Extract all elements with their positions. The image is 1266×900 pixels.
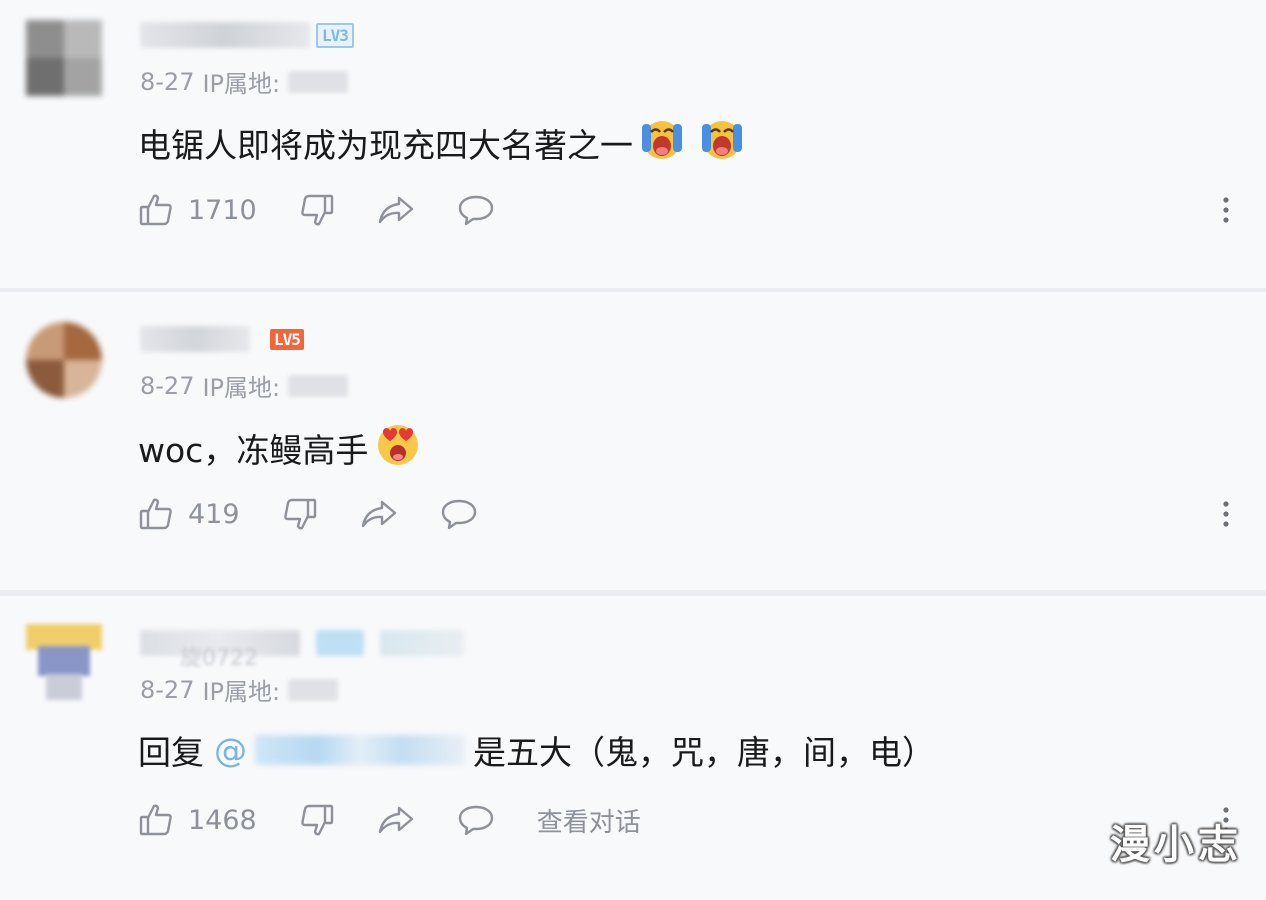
avatar[interactable] bbox=[26, 624, 102, 700]
comment-text: 是五大（鬼，咒，唐，间，电） bbox=[473, 733, 935, 772]
more-vertical-icon bbox=[1214, 192, 1238, 228]
comment-item: LV3 8-27 IP属地: 电锯人即将成为现充四大名著之一 1710 bbox=[0, 0, 1266, 288]
username-partial: 旋0722 bbox=[180, 646, 258, 671]
watermark: 漫小志 bbox=[1110, 822, 1242, 868]
username-row[interactable]: LV5 bbox=[140, 322, 304, 356]
username-blurred[interactable] bbox=[316, 630, 364, 656]
comment-item: 旋0722 8-27 IP属地: 回复 @ 是五大（鬼，咒，唐，间，电） 146… bbox=[0, 596, 1266, 900]
share-button[interactable] bbox=[377, 192, 415, 228]
like-count: 1710 bbox=[188, 194, 257, 226]
comment-text-row: 电锯人即将成为现充四大名著之一 bbox=[138, 116, 745, 170]
like-count: 419 bbox=[188, 498, 240, 530]
comment-icon bbox=[440, 496, 478, 532]
thumbs-up-icon bbox=[138, 192, 174, 228]
reply-button[interactable] bbox=[440, 496, 478, 532]
thumbs-down-icon bbox=[299, 192, 335, 228]
comment-date: 8-27 bbox=[140, 371, 195, 400]
share-icon bbox=[377, 802, 415, 838]
username-row[interactable]: 旋0722 bbox=[140, 626, 464, 671]
dislike-button[interactable] bbox=[282, 496, 318, 532]
ip-location-blurred bbox=[288, 70, 349, 93]
more-vertical-icon bbox=[1214, 496, 1238, 532]
like-button[interactable]: 1710 bbox=[138, 192, 257, 228]
avatar[interactable] bbox=[26, 322, 102, 398]
comment-icon bbox=[457, 802, 495, 838]
ip-location-label: IP属地: bbox=[202, 70, 281, 98]
more-options-button[interactable] bbox=[1214, 192, 1238, 228]
like-button[interactable]: 1468 bbox=[138, 802, 257, 838]
dislike-button[interactable] bbox=[299, 802, 335, 838]
thumbs-down-icon bbox=[282, 496, 318, 532]
reply-prefix: 回复 bbox=[138, 733, 204, 772]
thumbs-up-icon bbox=[138, 802, 174, 838]
share-icon bbox=[360, 496, 398, 532]
ip-location-label: IP属地: bbox=[202, 374, 281, 402]
more-options-button[interactable] bbox=[1214, 496, 1238, 532]
share-button[interactable] bbox=[360, 496, 398, 532]
comment-text: 电锯人即将成为现充四大名著之一 bbox=[138, 126, 633, 165]
crying-face-emoji bbox=[639, 116, 685, 170]
comment-text: woc，冻鳗高手 bbox=[138, 431, 369, 470]
comment-text-row: 回复 @ 是五大（鬼，咒，唐，间，电） bbox=[138, 726, 935, 774]
ip-location-blurred bbox=[288, 374, 349, 397]
crying-face-emoji bbox=[699, 116, 745, 170]
comment-item: LV5 8-27 IP属地: woc，冻鳗高手 419 bbox=[0, 292, 1266, 590]
username-blurred[interactable] bbox=[140, 22, 310, 48]
level-badge: LV3 bbox=[316, 22, 354, 48]
level-badge: LV5 bbox=[270, 328, 304, 350]
heart-eyes-emoji bbox=[374, 420, 422, 476]
comment-date: 8-27 bbox=[140, 675, 195, 704]
like-count: 1468 bbox=[188, 804, 257, 836]
dislike-button[interactable] bbox=[299, 192, 335, 228]
action-bar: 1468 查看对话 bbox=[138, 800, 1238, 840]
action-bar: 419 bbox=[138, 494, 1238, 534]
comment-meta: 8-27 IP属地: bbox=[140, 64, 349, 99]
thumbs-up-icon bbox=[138, 496, 174, 532]
mention-at[interactable]: @ bbox=[214, 731, 247, 770]
comment-meta: 8-27 IP属地: bbox=[140, 672, 339, 707]
view-conversation-label: 查看对话 bbox=[536, 807, 641, 838]
username-row[interactable]: LV3 bbox=[140, 18, 354, 52]
comment-text-row: woc，冻鳗高手 bbox=[138, 420, 422, 476]
avatar[interactable] bbox=[26, 20, 102, 96]
username-blurred[interactable] bbox=[140, 326, 250, 352]
like-button[interactable]: 419 bbox=[138, 496, 240, 532]
ip-location-blurred bbox=[288, 678, 339, 701]
comment-date: 8-27 bbox=[140, 67, 195, 96]
username-blurred[interactable] bbox=[380, 630, 464, 656]
reply-button[interactable] bbox=[457, 192, 495, 228]
comment-icon bbox=[457, 192, 495, 228]
reply-button[interactable] bbox=[457, 802, 495, 838]
mention-username-blurred[interactable] bbox=[255, 735, 465, 765]
thumbs-down-icon bbox=[299, 802, 335, 838]
share-button[interactable] bbox=[377, 802, 415, 838]
view-conversation-link[interactable]: 查看对话 bbox=[537, 802, 641, 839]
comment-meta: 8-27 IP属地: bbox=[140, 368, 349, 403]
action-bar: 1710 bbox=[138, 190, 1238, 230]
share-icon bbox=[377, 192, 415, 228]
ip-location-label: IP属地: bbox=[202, 678, 281, 706]
